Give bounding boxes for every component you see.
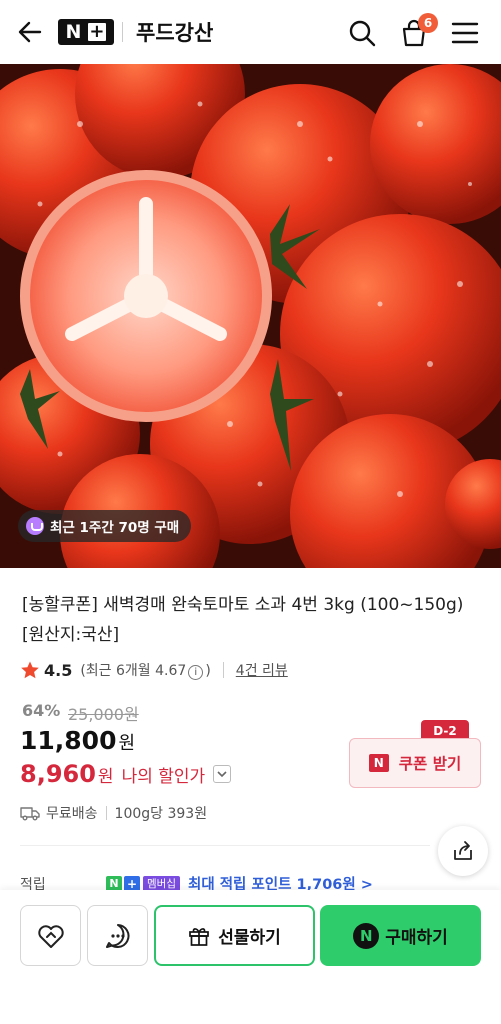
back-arrow-icon[interactable] — [16, 18, 44, 46]
naver-n-icon: N — [368, 754, 389, 772]
product-title: [농할쿠폰] 새벽경매 완숙토마토 소과 4번 3kg (100~150g) [… — [22, 595, 464, 645]
heart-icon — [37, 924, 64, 948]
get-coupon-button[interactable]: N 쿠폰 받기 — [349, 738, 481, 788]
original-price: 25,000원 — [68, 705, 139, 724]
search-icon[interactable] — [347, 18, 377, 48]
gift-button[interactable]: 선물하기 — [154, 905, 315, 966]
product-image[interactable] — [0, 64, 501, 568]
share-icon — [454, 841, 472, 860]
star-icon — [21, 661, 39, 679]
unit-price: 100g당 393원 — [114, 806, 208, 822]
chat-icon — [105, 923, 129, 948]
top-app-bar: N + 푸드강산 6 — [0, 0, 501, 64]
tomato-photo — [0, 64, 501, 568]
shipping-row: 무료배송 100g당 393원 — [20, 803, 207, 823]
menu-icon[interactable] — [450, 20, 480, 46]
shopping-bag-icon — [26, 517, 44, 535]
shipping-divider — [105, 806, 107, 820]
rating-row: 4.5 (최근 6개월 4.67 i) 4건 리뷰 — [20, 660, 288, 680]
gift-icon — [189, 927, 210, 946]
free-shipping-label: 무료배송 — [46, 806, 98, 822]
my-discount-price[interactable]: 8,960 원 나의 할인가 — [20, 760, 232, 788]
naver-pay-icon: N — [353, 922, 380, 949]
naver-plus-logo[interactable]: N + — [58, 19, 114, 45]
section-divider — [20, 845, 430, 846]
info-icon[interactable]: i — [188, 665, 204, 680]
share-button[interactable] — [438, 826, 488, 876]
rating-divider — [222, 662, 224, 678]
store-title[interactable]: 푸드강산 — [136, 17, 213, 47]
discount-rate: 64% — [22, 701, 61, 720]
rating-score: 4.5 — [44, 660, 73, 680]
sale-price: 11,800 원 — [20, 726, 136, 755]
header-divider — [122, 22, 123, 42]
rating-detail: (최근 6개월 4.67 i) — [80, 663, 211, 680]
inquiry-button[interactable] — [87, 905, 148, 966]
wishlist-button[interactable] — [20, 905, 81, 966]
cart-count-badge: 6 — [418, 13, 438, 33]
truck-icon — [20, 807, 40, 821]
buy-button[interactable]: N 구매하기 — [320, 905, 481, 966]
recent-purchase-badge: 최근 1주간 70명 구매 — [18, 510, 192, 542]
bottom-action-bar: 선물하기 N 구매하기 — [0, 890, 501, 1024]
review-count-link[interactable]: 4건 리뷰 — [236, 660, 288, 680]
chevron-down-icon[interactable] — [213, 765, 232, 783]
